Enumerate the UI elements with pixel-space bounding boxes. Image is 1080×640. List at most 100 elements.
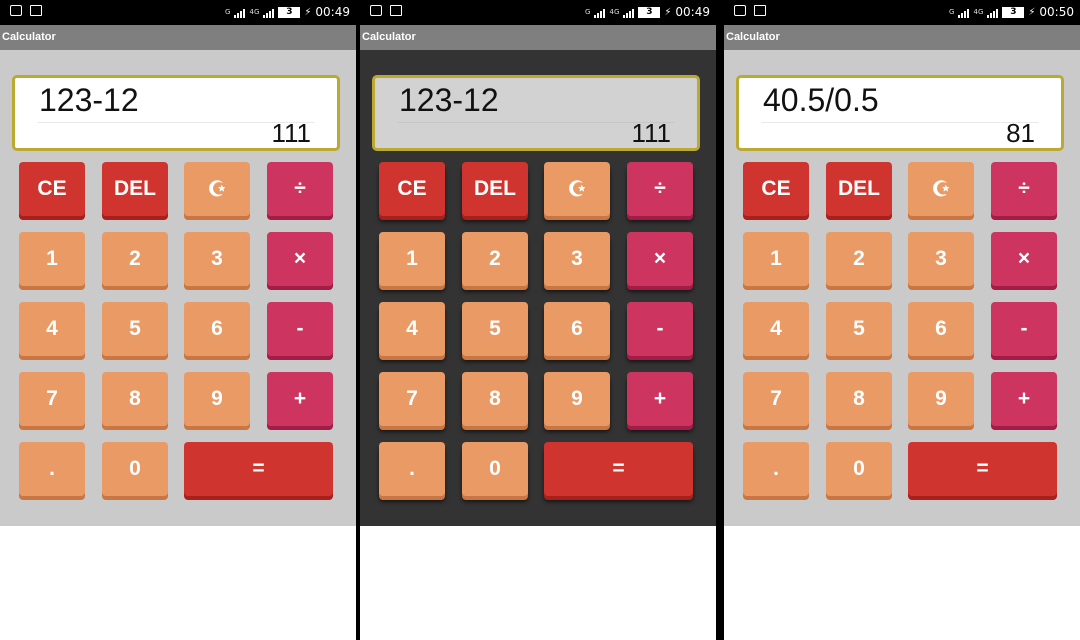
expression-text: 123-12 xyxy=(399,82,499,118)
multiply-button[interactable]: × xyxy=(267,232,333,286)
digit-9-button[interactable]: 9 xyxy=(908,372,974,426)
divide-button[interactable]: ÷ xyxy=(267,162,333,216)
status-clock: 00:49 xyxy=(675,5,710,19)
digit-0-button[interactable]: 0 xyxy=(102,442,168,496)
expression-text: 123-12 xyxy=(39,82,139,118)
digit-0-button[interactable]: 0 xyxy=(826,442,892,496)
app-title: Calculator xyxy=(0,25,356,50)
digit-9-button[interactable]: 9 xyxy=(184,372,250,426)
digit-3-button[interactable]: 3 xyxy=(184,232,250,286)
digit-1-button[interactable]: 1 xyxy=(743,232,809,286)
divide-button[interactable]: ÷ xyxy=(991,162,1057,216)
multiply-button[interactable]: × xyxy=(627,232,693,286)
digit-6-button[interactable]: 6 xyxy=(908,302,974,356)
calculator-display: 40.5/0.5 81 xyxy=(736,75,1064,151)
add-button[interactable]: + xyxy=(267,372,333,426)
add-button[interactable]: + xyxy=(991,372,1057,426)
signal-icon xyxy=(594,7,606,18)
delete-button[interactable]: DEL xyxy=(462,162,528,216)
equals-button[interactable]: = xyxy=(908,442,1057,496)
digit-6-button[interactable]: 6 xyxy=(544,302,610,356)
digit-5-button[interactable]: 5 xyxy=(826,302,892,356)
add-button[interactable]: + xyxy=(627,372,693,426)
theme-toggle-icon[interactable]: ☪ xyxy=(544,162,610,216)
digit-6-button[interactable]: 6 xyxy=(184,302,250,356)
equals-button[interactable]: = xyxy=(184,442,333,496)
phone-screen-dark: G 4G 3 ⚡ 00:49 Calculator 123-12 111 CE … xyxy=(360,0,716,640)
digit-3-button[interactable]: 3 xyxy=(544,232,610,286)
digit-7-button[interactable]: 7 xyxy=(19,372,85,426)
digit-5-button[interactable]: 5 xyxy=(102,302,168,356)
battery-icon: 3 xyxy=(1002,6,1025,18)
digit-2-button[interactable]: 2 xyxy=(102,232,168,286)
divide-button[interactable]: ÷ xyxy=(627,162,693,216)
calculator-body: 123-12 111 CE DEL ☪ ÷ 1 2 3 × 4 5 6 - 7 … xyxy=(0,50,356,526)
digit-7-button[interactable]: 7 xyxy=(743,372,809,426)
digit-2-button[interactable]: 2 xyxy=(826,232,892,286)
signal-icon xyxy=(623,7,635,18)
clear-button[interactable]: CE xyxy=(19,162,85,216)
digit-8-button[interactable]: 8 xyxy=(826,372,892,426)
digit-5-button[interactable]: 5 xyxy=(462,302,528,356)
decimal-button[interactable]: . xyxy=(379,442,445,496)
screenshot-icon xyxy=(734,5,746,16)
digit-4-button[interactable]: 4 xyxy=(743,302,809,356)
expression-text: 40.5/0.5 xyxy=(763,82,879,118)
clear-button[interactable]: CE xyxy=(743,162,809,216)
digit-9-button[interactable]: 9 xyxy=(544,372,610,426)
subtract-button[interactable]: - xyxy=(991,302,1057,356)
signal-icon xyxy=(263,7,275,18)
decimal-button[interactable]: . xyxy=(19,442,85,496)
message-icon xyxy=(390,5,402,16)
battery-icon: 3 xyxy=(278,6,301,18)
status-clock: 00:49 xyxy=(315,5,350,19)
status-clock: 00:50 xyxy=(1039,5,1074,19)
digit-2-button[interactable]: 2 xyxy=(462,232,528,286)
delete-button[interactable]: DEL xyxy=(102,162,168,216)
charging-icon: ⚡ xyxy=(1028,6,1036,18)
digit-1-button[interactable]: 1 xyxy=(19,232,85,286)
subtract-button[interactable]: - xyxy=(267,302,333,356)
digit-4-button[interactable]: 4 xyxy=(19,302,85,356)
calculator-display: 123-12 111 xyxy=(372,75,700,151)
charging-icon: ⚡ xyxy=(304,6,312,18)
digit-8-button[interactable]: 8 xyxy=(462,372,528,426)
delete-button[interactable]: DEL xyxy=(826,162,892,216)
status-bar: G 4G 3 ⚡ 00:50 xyxy=(724,0,1080,25)
digit-1-button[interactable]: 1 xyxy=(379,232,445,286)
calculator-body: 123-12 111 CE DEL ☪ ÷ 1 2 3 × 4 5 6 - 7 … xyxy=(360,50,716,526)
screenshot-icon xyxy=(10,5,22,16)
message-icon xyxy=(30,5,42,16)
digit-4-button[interactable]: 4 xyxy=(379,302,445,356)
subtract-button[interactable]: - xyxy=(627,302,693,356)
charging-icon: ⚡ xyxy=(664,6,672,18)
signal-icon xyxy=(958,7,970,18)
calculator-display: 123-12 111 xyxy=(12,75,340,151)
phone-screen-light-1: G 4G 3 ⚡ 00:49 Calculator 123-12 111 CE … xyxy=(0,0,356,640)
theme-toggle-icon[interactable]: ☪ xyxy=(184,162,250,216)
g-label: G xyxy=(225,8,231,16)
digit-8-button[interactable]: 8 xyxy=(102,372,168,426)
digit-0-button[interactable]: 0 xyxy=(462,442,528,496)
display-divider xyxy=(761,122,1039,123)
clear-button[interactable]: CE xyxy=(379,162,445,216)
g-label: G xyxy=(585,8,591,16)
digit-3-button[interactable]: 3 xyxy=(908,232,974,286)
message-icon xyxy=(754,5,766,16)
phone-screen-light-2: G 4G 3 ⚡ 00:50 Calculator 40.5/0.5 81 CE… xyxy=(724,0,1080,640)
network-label: 4G xyxy=(249,8,260,16)
equals-button[interactable]: = xyxy=(544,442,693,496)
status-bar: G 4G 3 ⚡ 00:49 xyxy=(360,0,716,25)
theme-toggle-icon[interactable]: ☪ xyxy=(908,162,974,216)
result-text: 111 xyxy=(631,118,671,148)
app-title: Calculator xyxy=(724,25,1080,50)
calculator-body: 40.5/0.5 81 CE DEL ☪ ÷ 1 2 3 × 4 5 6 - 7… xyxy=(724,50,1080,526)
g-label: G xyxy=(949,8,955,16)
digit-7-button[interactable]: 7 xyxy=(379,372,445,426)
battery-icon: 3 xyxy=(638,6,661,18)
status-bar: G 4G 3 ⚡ 00:49 xyxy=(0,0,356,25)
result-text: 111 xyxy=(271,118,311,148)
app-title: Calculator xyxy=(360,25,716,50)
decimal-button[interactable]: . xyxy=(743,442,809,496)
multiply-button[interactable]: × xyxy=(991,232,1057,286)
